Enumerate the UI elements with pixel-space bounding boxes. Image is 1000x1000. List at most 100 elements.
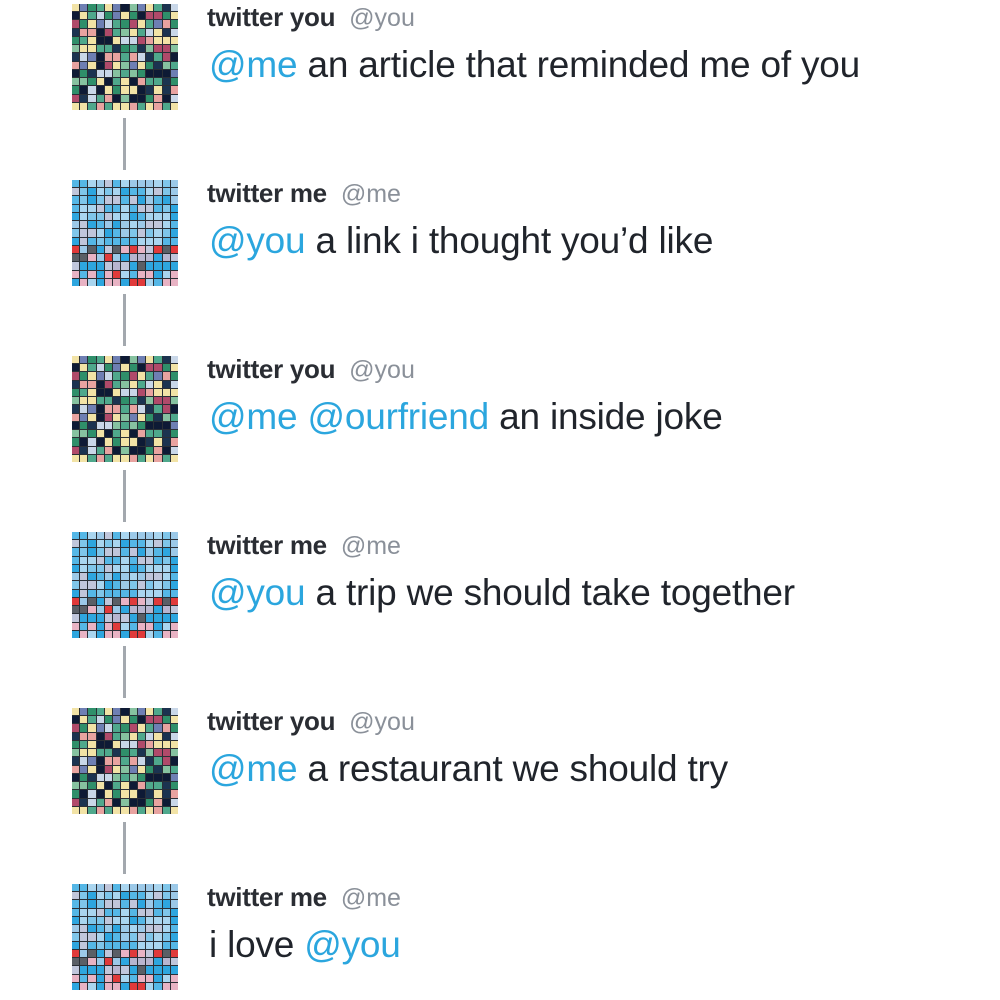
mention-link[interactable]: @me <box>209 396 298 437</box>
avatar-pixel <box>154 397 162 405</box>
avatar-pixel <box>137 372 146 380</box>
display-name[interactable]: twitter me <box>207 882 327 912</box>
avatar-pixel <box>137 356 146 364</box>
avatar-pixel <box>146 933 154 941</box>
avatar-pixel <box>80 372 88 380</box>
avatar-pixel <box>170 45 178 53</box>
tweet-header: twitter you @you <box>207 352 415 386</box>
avatar-pixel <box>113 196 121 204</box>
mention-link[interactable]: @me <box>209 44 298 85</box>
avatar-pixel <box>121 237 129 245</box>
avatar-pixel <box>170 212 178 221</box>
mention-link[interactable]: @ourfriend <box>307 396 489 437</box>
avatar-pixel <box>170 102 178 110</box>
avatar-pixel <box>72 69 80 78</box>
display-name[interactable]: twitter you <box>207 354 335 384</box>
avatar-pixel <box>129 53 137 61</box>
mention-link[interactable]: @me <box>209 748 298 789</box>
tweet-body-text: an inside joke <box>489 396 723 437</box>
avatar-pixel <box>80 790 88 798</box>
avatar-pixel <box>162 61 170 69</box>
avatar[interactable] <box>72 708 178 814</box>
avatar-pixel <box>88 245 96 254</box>
avatar[interactable] <box>72 4 178 110</box>
avatar-pixel <box>162 270 170 278</box>
avatar-pixel <box>104 61 113 69</box>
avatar[interactable] <box>72 884 178 990</box>
avatar-pixel <box>104 716 113 724</box>
avatar-pixel <box>121 438 129 446</box>
tweet[interactable]: twitter me @me @you a trip we should take… <box>72 528 992 638</box>
tweet[interactable]: twitter me @me i love @you <box>72 880 992 990</box>
avatar-pixel <box>129 757 137 765</box>
avatar-pixel <box>121 614 129 622</box>
user-handle[interactable]: @me <box>341 532 401 560</box>
avatar-pixel <box>170 36 178 45</box>
mention-link[interactable]: @you <box>304 924 401 965</box>
avatar-pixel <box>104 262 113 270</box>
mention-link[interactable]: @you <box>209 572 306 613</box>
user-handle[interactable]: @you <box>349 4 415 32</box>
avatar-pixel <box>154 556 162 564</box>
user-handle[interactable]: @you <box>349 356 415 384</box>
tweet[interactable]: twitter you @you @me @ourfriend an inside… <box>72 352 992 462</box>
avatar-pixel <box>129 958 137 966</box>
avatar-pixel <box>72 4 80 12</box>
tweet[interactable]: twitter you @you @me an article that remi… <box>72 0 992 110</box>
avatar-pixel <box>162 278 170 286</box>
avatar-pixel <box>96 614 104 622</box>
avatar-pixel <box>104 237 113 245</box>
avatar-pixel <box>137 773 146 782</box>
avatar-pixel <box>72 749 80 757</box>
avatar-pixel <box>129 806 137 814</box>
tweet[interactable]: twitter me @me @you a link i thought you’… <box>72 176 992 286</box>
avatar-pixel <box>80 12 88 20</box>
avatar-pixel <box>170 94 178 102</box>
avatar-pixel <box>121 229 129 237</box>
avatar-pixel <box>113 884 121 892</box>
avatar-pixel <box>146 20 154 28</box>
avatar-pixel <box>170 798 178 806</box>
mention-link[interactable]: @you <box>209 220 306 261</box>
avatar-pixel <box>146 278 154 286</box>
avatar-pixel <box>96 356 104 364</box>
tweet[interactable]: twitter you @you @me a restaurant we shou… <box>72 704 992 814</box>
avatar-pixel <box>113 397 121 405</box>
avatar-pixel <box>80 221 88 229</box>
display-name[interactable]: twitter you <box>207 2 335 32</box>
avatar-pixel <box>129 949 137 958</box>
avatar-pixel <box>170 949 178 958</box>
user-handle[interactable]: @you <box>349 708 415 736</box>
display-name[interactable]: twitter me <box>207 530 327 560</box>
avatar-pixel <box>162 254 170 262</box>
avatar-pixel <box>96 45 104 53</box>
avatar-pixel <box>154 221 162 229</box>
avatar-pixel <box>162 974 170 982</box>
display-name[interactable]: twitter you <box>207 706 335 736</box>
avatar-pixel <box>72 974 80 982</box>
avatar-pixel <box>96 446 104 454</box>
avatar-pixel <box>80 564 88 573</box>
user-handle[interactable]: @me <box>341 884 401 912</box>
avatar-pixel <box>137 589 146 597</box>
tweet-text: @you a link i thought you’d like <box>209 218 713 264</box>
avatar-pixel <box>154 364 162 372</box>
avatar-pixel <box>113 180 121 188</box>
avatar-pixel <box>72 724 80 732</box>
avatar-pixel <box>72 581 80 589</box>
avatar-pixel <box>88 556 96 564</box>
avatar-pixel <box>104 188 113 196</box>
avatar-pixel <box>137 413 146 421</box>
user-handle[interactable]: @me <box>341 180 401 208</box>
avatar[interactable] <box>72 356 178 462</box>
avatar[interactable] <box>72 532 178 638</box>
avatar-pixel <box>170 900 178 908</box>
display-name[interactable]: twitter me <box>207 178 327 208</box>
avatar-pixel <box>170 614 178 622</box>
avatar-pixel <box>154 36 162 45</box>
avatar-pixel <box>162 212 170 221</box>
avatar-pixel <box>104 564 113 573</box>
avatar[interactable] <box>72 180 178 286</box>
thread-connector-line <box>123 118 126 170</box>
avatar-pixel <box>104 597 113 606</box>
